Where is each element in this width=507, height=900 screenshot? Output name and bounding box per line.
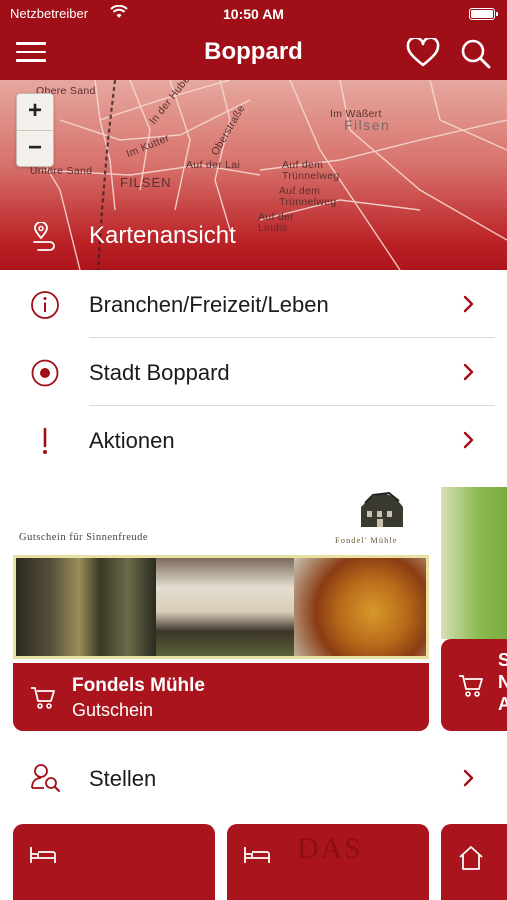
zoom-out-button[interactable]: − [17,130,53,166]
menu-item-label: Stadt Boppard [89,360,230,385]
photo-half-timbered-house [156,558,294,656]
accommodation-tile[interactable] [13,824,215,900]
heart-icon[interactable] [406,36,442,70]
voucher-subtitle: Gutschein [72,700,154,720]
voucher-banner-text: Gutschein für Sinnenfreude [19,532,149,543]
map-label: Auf der Lai [186,159,241,171]
voucher-card[interactable]: S N A [441,487,507,731]
exclamation-icon [30,426,60,456]
clock: 10:50 AM [223,6,284,22]
photo-mill-wheel [16,558,156,656]
map-view-link[interactable]: Kartenansicht [0,218,507,258]
main-menu-list: Branchen/Freizeit/Leben Stadt Boppard Ak… [0,270,507,474]
menu-item-stadt-boppard[interactable]: Stadt Boppard [0,338,507,406]
navigation-bar: Boppard [0,28,507,80]
map-view-label: Kartenansicht [89,222,236,249]
battery-icon [469,8,498,20]
home-icon [457,844,485,877]
photo-food-dish [294,558,426,656]
menu-item-stellen[interactable]: Stellen [0,744,507,812]
person-search-icon [30,762,62,799]
chevron-right-icon [462,362,476,387]
map-label: FILSEN [120,175,172,190]
map-zoom-control: + − [16,93,54,167]
chevron-right-icon [462,430,476,455]
target-circle-icon [30,358,60,388]
info-circle-icon [30,290,60,320]
voucher-title: Fondels Mühle [72,675,205,696]
voucher-card-footer: Fondels Mühle Gutschein [13,663,429,731]
voucher-photo-strip [13,555,429,659]
bed-icon [29,844,57,871]
map-pin-icon [30,221,58,257]
mill-logo-icon [353,489,409,529]
voucher-image [441,487,507,639]
tile-background-text: DAS [297,832,364,865]
voucher-carousel[interactable]: Gutschein für Sinnenfreude Fondel' Mühle… [0,487,507,732]
cart-icon [457,671,485,704]
chevron-right-icon [462,768,476,793]
status-bar: Netzbetreiber 10:50 AM [0,0,507,28]
voucher-title: S N A [498,650,507,714]
bed-icon [243,844,271,871]
stellen-label: Stellen [89,766,157,791]
accommodation-tile[interactable]: DAS [227,824,429,900]
search-icon[interactable] [460,38,494,72]
voucher-logo-text: Fondel' Mühle [335,535,398,545]
home-tile[interactable] [441,824,507,900]
zoom-in-button[interactable]: + [17,94,53,130]
voucher-card-footer: S N A [441,639,507,731]
map-label: Auf dem Trünnelweg [282,159,340,182]
map-label: Untere Sand [30,165,93,177]
voucher-image: Gutschein für Sinnenfreude Fondel' Mühle [13,487,429,663]
menu-item-label: Branchen/Freizeit/Leben [89,292,329,317]
map-preview[interactable]: Obere Sand In der Hube Im Kutter Oberstr… [0,80,507,270]
top-bar: Netzbetreiber 10:50 AM Boppard [0,0,507,80]
map-label: Auf dem Trünnelweg [279,185,337,208]
voucher-card[interactable]: Gutschein für Sinnenfreude Fondel' Mühle… [13,487,429,731]
chevron-right-icon [462,294,476,319]
menu-item-branchen[interactable]: Branchen/Freizeit/Leben [0,270,507,338]
menu-item-aktionen[interactable]: Aktionen [0,406,507,474]
map-label: Filsen [344,117,391,133]
menu-item-label: Aktionen [89,428,175,453]
cart-icon [29,683,57,716]
